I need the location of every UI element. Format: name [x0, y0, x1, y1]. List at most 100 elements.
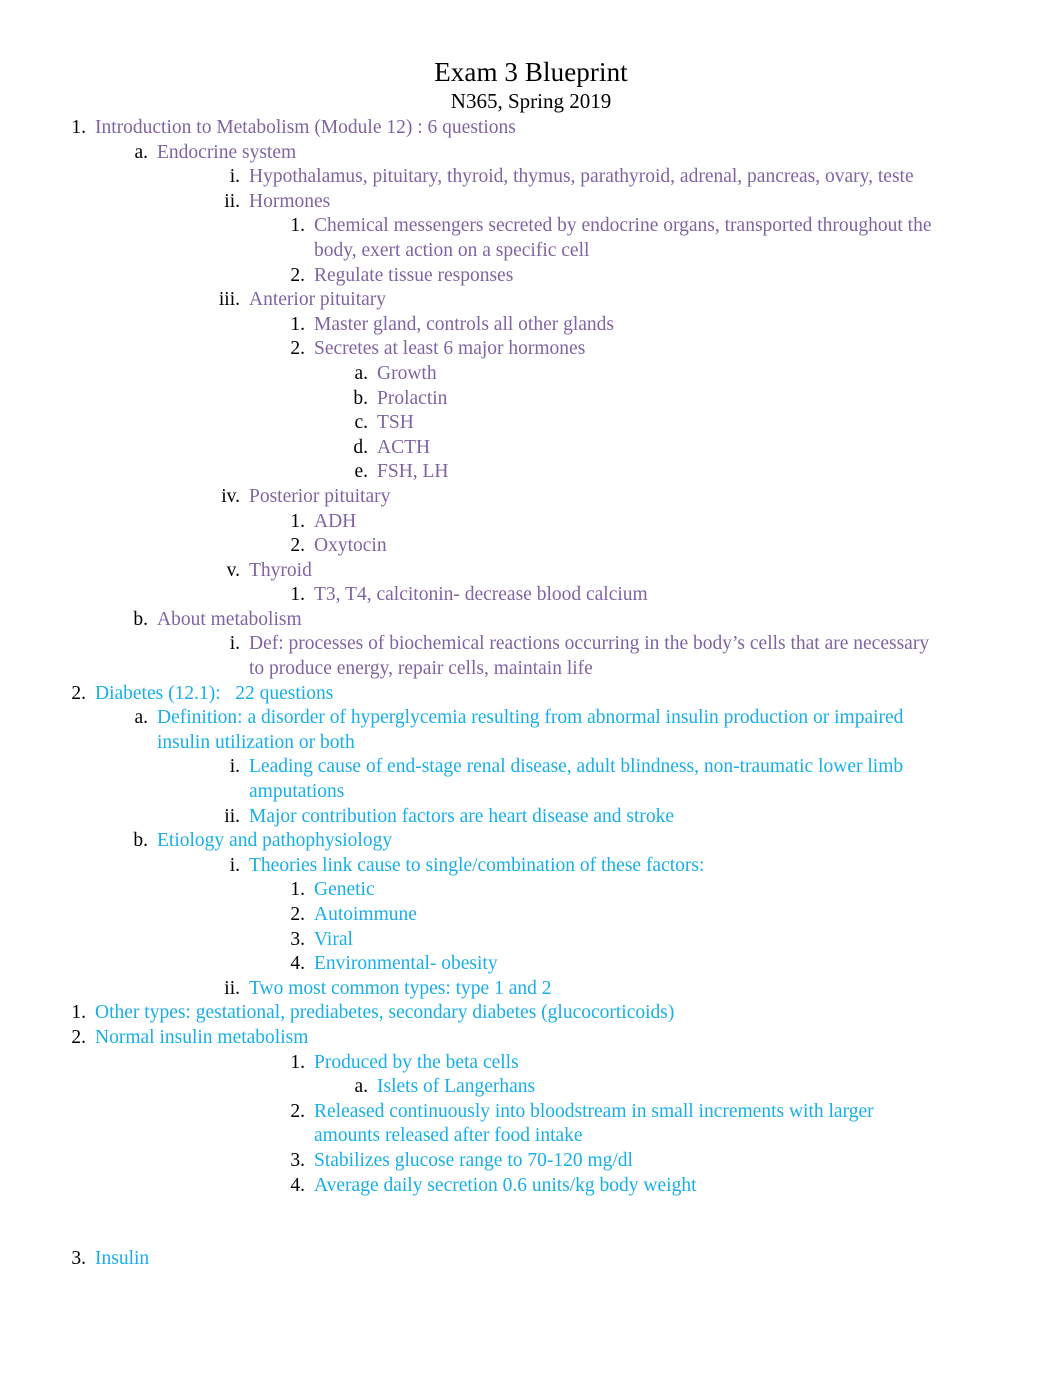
list-marker: v.	[226, 559, 240, 581]
outline-item: a. Islets of Langerhans	[0, 1075, 1062, 1100]
outline-blank-line	[0, 1223, 1062, 1248]
outline-item-text: Autoimmune	[314, 904, 417, 925]
page-title: Exam 3 Blueprint	[434, 57, 628, 87]
outline-item-text: Environmental- obesity	[314, 953, 498, 975]
list-marker: i.	[229, 633, 240, 655]
outline-item: i. Theories link cause to single/combinat…	[0, 854, 1062, 879]
list-marker: 3.	[290, 928, 305, 950]
outline-item: 1. Genetic	[0, 878, 1062, 903]
outline-item: 2. Diabetes (12.1): 22 questions	[0, 682, 1062, 707]
outline-item: 4. Environmental- obesity	[0, 952, 1062, 977]
outline-blank-line	[0, 1198, 1062, 1223]
page-subtitle: N365, Spring 2019	[450, 89, 612, 113]
outline-item-text: Hypothalamus, pituitary, thyroid, thymus…	[249, 166, 914, 188]
list-marker: 2.	[290, 338, 305, 360]
outline-item: 3. Viral	[0, 928, 1062, 953]
list-marker: e.	[354, 461, 368, 483]
outline-item: 2. Autoimmune	[0, 903, 1062, 928]
outline-item-text: Anterior pituitary	[249, 289, 387, 311]
outline-item-text: Average daily secretion 0.6 units/kg bod…	[314, 1174, 697, 1196]
outline-item: i. Leading cause of end-stage renal disea…	[0, 755, 1062, 804]
outline-item-text: Viral	[314, 928, 353, 950]
list-marker: b.	[133, 830, 148, 852]
outline-item-text: Theories link cause to single/combinatio…	[249, 854, 705, 876]
list-marker: ii.	[224, 977, 240, 999]
outline-item: 2. Released continuously into bloodstream…	[0, 1100, 1062, 1149]
outline-item-text: TSH	[377, 412, 414, 434]
outline-item: v. Thyroid	[0, 559, 1062, 584]
outline-item: 2. Secretes at least 6 major hormones	[0, 337, 1062, 362]
outline-item-text: Thyroid	[249, 559, 312, 581]
document-page: Exam 3 Blueprint N365, Spring 2019 1. Int…	[0, 0, 1062, 1377]
outline-item: 3. Insulin	[0, 1247, 1062, 1272]
outline-item-text: Introduction to Metabolism (Module 12) :…	[95, 117, 516, 138]
list-marker: i.	[229, 166, 240, 188]
outline-item: a. Definition: a disorder of hyperglycemi…	[0, 706, 1062, 755]
outline-item-text: Released continuously into bloodstream i…	[314, 1100, 879, 1147]
outline-item-text: Leading cause of end-stage renal disease…	[249, 756, 908, 803]
title-block: Exam 3 Blueprint N365, Spring 2019	[0, 0, 1062, 114]
outline-item: 4. Average daily secretion 0.6 units/kg b…	[0, 1174, 1062, 1199]
outline-item: 1. Other types: gestational, prediabetes,…	[0, 1001, 1062, 1026]
outline-item-text: About metabolism	[157, 608, 302, 630]
outline-item: 1. T3, T4, calcitonin- decrease blood cal…	[0, 583, 1062, 608]
outline-item-text: Produced by the beta cells	[314, 1051, 519, 1073]
list-marker: 3.	[71, 1248, 86, 1270]
outline-item-text: Insulin	[95, 1248, 150, 1270]
outline-item: 1. Introduction to Metabolism (Module 12)…	[0, 116, 1062, 141]
outline-item-text: Two most common types: type 1 and 2	[249, 977, 552, 999]
outline-item-text: Normal insulin metabolism	[95, 1026, 309, 1048]
outline-item-text: Other types: gestational, prediabetes, s…	[95, 1002, 675, 1024]
list-marker: a.	[354, 362, 368, 384]
list-marker: 1.	[290, 215, 305, 237]
outline-item: b. Etiology and pathophysiology	[0, 829, 1062, 854]
outline-item: d. ACTH	[0, 436, 1062, 461]
outline-item: ii. Two most common types: type 1 and 2	[0, 977, 1062, 1002]
list-marker: 1.	[290, 879, 305, 901]
outline-item-text: Stabilizes glucose range to 70-120 mg/dl	[314, 1149, 633, 1171]
outline-item-text: Major contribution factors are heart dis…	[249, 805, 675, 827]
outline-item-text: Posterior pituitary	[249, 485, 391, 507]
outline-item: iv. Posterior pituitary	[0, 485, 1062, 510]
outline-item-text: Islets of Langerhans	[377, 1076, 536, 1098]
outline-item: c. TSH	[0, 411, 1062, 436]
outline-item: a. Endocrine system	[0, 141, 1062, 166]
list-marker: 4.	[290, 953, 305, 975]
list-marker: ii.	[224, 190, 240, 212]
outline-item-text: Hormones	[249, 190, 331, 212]
outline-item: ii. Hormones	[0, 190, 1062, 215]
outline-item: 1. Master gland, controls all other gland…	[0, 313, 1062, 338]
outline-item-text: Oxytocin	[314, 535, 387, 557]
list-marker: 1.	[290, 510, 305, 532]
list-marker: a.	[134, 707, 148, 729]
outline-item: 3. Stabilizes glucose range to 70-120 mg/…	[0, 1149, 1062, 1174]
outline-item: i. Hypothalamus, pituitary, thyroid, thym…	[0, 165, 1062, 190]
outline-item-text: Regulate tissue responses	[314, 264, 514, 286]
outline-item-text: Prolactin	[377, 387, 448, 409]
outline-item: 1. ADH	[0, 510, 1062, 535]
list-marker: 1.	[290, 313, 305, 335]
list-marker: 2.	[290, 264, 305, 286]
outline-item: 2. Normal insulin metabolism	[0, 1026, 1062, 1051]
outline-item-text: Endocrine system	[157, 141, 297, 163]
outline-item: 2. Regulate tissue responses	[0, 264, 1062, 289]
outline-item: ii. Major contribution factors are heart …	[0, 805, 1062, 830]
outline-item: i. Def: processes of biochemical reaction…	[0, 632, 1062, 681]
outline-item-text: Master gland, controls all other glands	[314, 313, 615, 335]
outline-item-text: ACTH	[377, 436, 431, 458]
outline-item-text: T3, T4, calcitonin- decrease blood calci…	[314, 584, 648, 606]
outline-list: 1. Introduction to Metabolism (Module 12)…	[0, 116, 1062, 1272]
outline-item: 2. Oxytocin	[0, 534, 1062, 559]
list-marker: 4.	[290, 1174, 305, 1196]
outline-item-text: Etiology and pathophysiology	[157, 830, 393, 852]
list-marker: 1.	[290, 1051, 305, 1073]
list-marker: 2.	[290, 1100, 305, 1122]
list-marker: a.	[134, 141, 148, 163]
list-marker: b.	[353, 387, 368, 409]
outline-item: 1. Chemical messengers secreted by endocr…	[0, 214, 1062, 263]
outline-item-text: Secretes at least 6 major hormones	[314, 338, 586, 360]
outline-item: 1. Produced by the beta cells	[0, 1051, 1062, 1076]
list-marker: 2.	[290, 904, 305, 925]
